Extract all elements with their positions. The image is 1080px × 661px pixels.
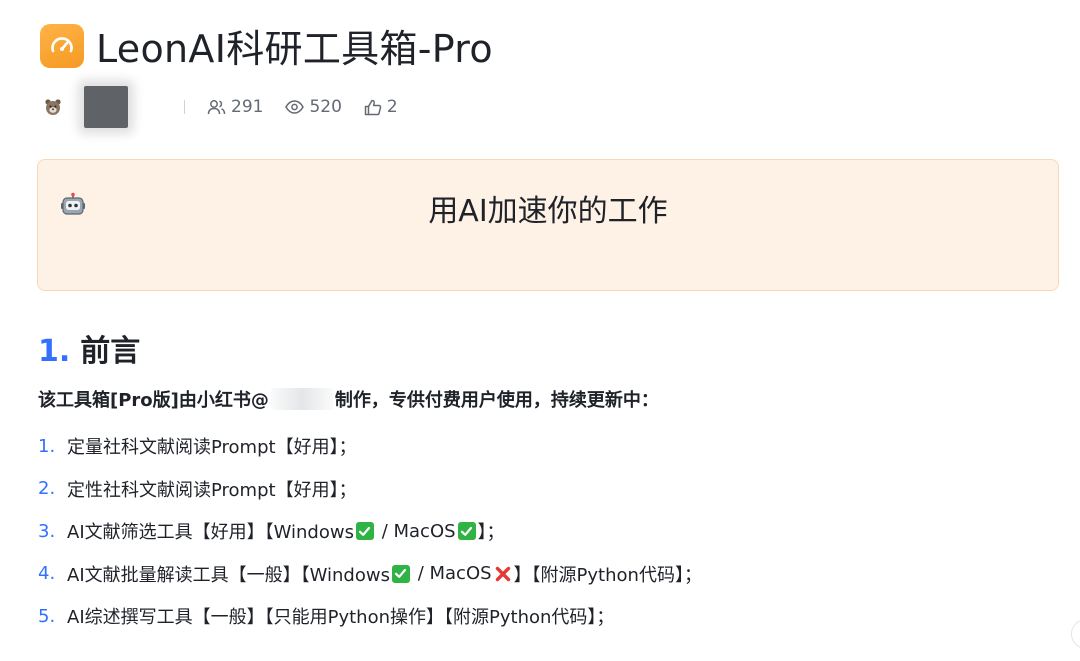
list-item-segment: 】； bbox=[477, 522, 505, 544]
cross-mark-icon bbox=[494, 565, 512, 583]
check-mark-icon bbox=[391, 564, 410, 583]
heading-number: 1. bbox=[38, 334, 71, 369]
list-item: 1. 定量社科文献阅读Prompt【好用】； bbox=[38, 425, 1038, 468]
doc-meta: 291 520 2 bbox=[42, 86, 398, 128]
speedometer-icon bbox=[40, 23, 84, 68]
list-item-text: AI文献批量解读工具【一般】【Windows / MacOS 】【附源Python… bbox=[67, 561, 702, 587]
scroll-to-top-button[interactable] bbox=[1071, 619, 1080, 649]
feature-list: 1. 定量社科文献阅读Prompt【好用】； 2. 定性社科文献阅读Prompt【好用… bbox=[38, 425, 1038, 638]
list-item-text: AI文献筛选工具【好用】【Windows / MacOS 】； bbox=[67, 518, 505, 544]
list-item-text: AI综述撰写工具【一般】【只能用Python操作】【附源Python代码】； bbox=[67, 603, 614, 629]
meta-divider bbox=[184, 100, 185, 114]
intro-paragraph: 该工具箱[Pro版]由小红书@ 制作，专供付费用户使用，持续更新中： bbox=[38, 386, 659, 412]
check-mark-icon bbox=[457, 522, 476, 541]
list-item-segment: AI文献批量解读工具【一般】【Windows bbox=[67, 564, 390, 586]
callout-block: 用AI加速你的工作 bbox=[37, 159, 1059, 291]
list-item: 5. AI综述撰写工具【一般】【只能用Python操作】【附源Python代码】； bbox=[38, 595, 1038, 638]
intro-text-after: 制作，专供付费用户使用，持续更新中： bbox=[334, 390, 659, 411]
readers-count: 291 bbox=[231, 97, 264, 117]
views-count: 520 bbox=[309, 97, 342, 117]
likes-count: 2 bbox=[386, 97, 398, 117]
list-item-text: 定量社科文献阅读Prompt【好用】； bbox=[67, 433, 357, 459]
readers-stat: 291 bbox=[207, 97, 263, 117]
intro-text-before: 该工具箱[Pro版]由小红书@ bbox=[38, 390, 269, 411]
list-item-text: 定性社科文献阅读Prompt【好用】； bbox=[67, 476, 357, 502]
title-row: LeonAI科研工具箱-Pro bbox=[40, 18, 493, 73]
thumbs-up-icon[interactable] bbox=[364, 99, 382, 116]
callout-text: 用AI加速你的工作 bbox=[428, 194, 668, 229]
list-item: 3. AI文献筛选工具【好用】【Windows / MacOS 】； bbox=[38, 510, 1038, 553]
bear-avatar-icon[interactable] bbox=[42, 96, 64, 118]
list-item-segment: / MacOS bbox=[411, 563, 492, 585]
users-icon bbox=[207, 99, 226, 115]
list-item-segment: AI综述撰写工具【一般】【只能用Python操作】【附源Python代码】； bbox=[67, 607, 615, 629]
page-title: LeonAI科研工具箱-Pro bbox=[96, 27, 493, 71]
section-heading: 1. 前言 bbox=[38, 326, 140, 370]
list-item-segment: 】【附源Python代码】； bbox=[513, 564, 702, 586]
list-item-number: 4. bbox=[38, 563, 56, 585]
author-name-redacted bbox=[84, 86, 128, 128]
list-item-number: 1. bbox=[38, 435, 56, 457]
list-item: 2. 定性社科文献阅读Prompt【好用】； bbox=[38, 468, 1038, 511]
doc-page: LeonAI科研工具箱-Pro 291 520 2 用AI加速你的工作 1. 前… bbox=[0, 0, 1080, 661]
eye-icon bbox=[285, 100, 305, 114]
list-item-segment: AI文献筛选工具【好用】【Windows bbox=[67, 522, 354, 544]
list-item: 4. AI文献批量解读工具【一般】【Windows / MacOS 】【附源Pyth… bbox=[38, 553, 1038, 596]
list-item-number: 5. bbox=[38, 605, 56, 627]
likes-stat[interactable]: 2 bbox=[364, 97, 398, 117]
views-stat: 520 bbox=[285, 97, 342, 117]
check-mark-icon bbox=[355, 522, 374, 541]
list-item-segment: / MacOS bbox=[375, 520, 456, 542]
heading-title: 前言 bbox=[80, 334, 141, 369]
author-handle-redacted bbox=[270, 388, 333, 410]
list-item-segment: 定性社科文献阅读Prompt【好用】； bbox=[67, 479, 357, 501]
list-item-segment: 定量社科文献阅读Prompt【好用】； bbox=[67, 437, 357, 459]
list-item-number: 2. bbox=[38, 478, 56, 500]
list-item-number: 3. bbox=[38, 520, 56, 542]
